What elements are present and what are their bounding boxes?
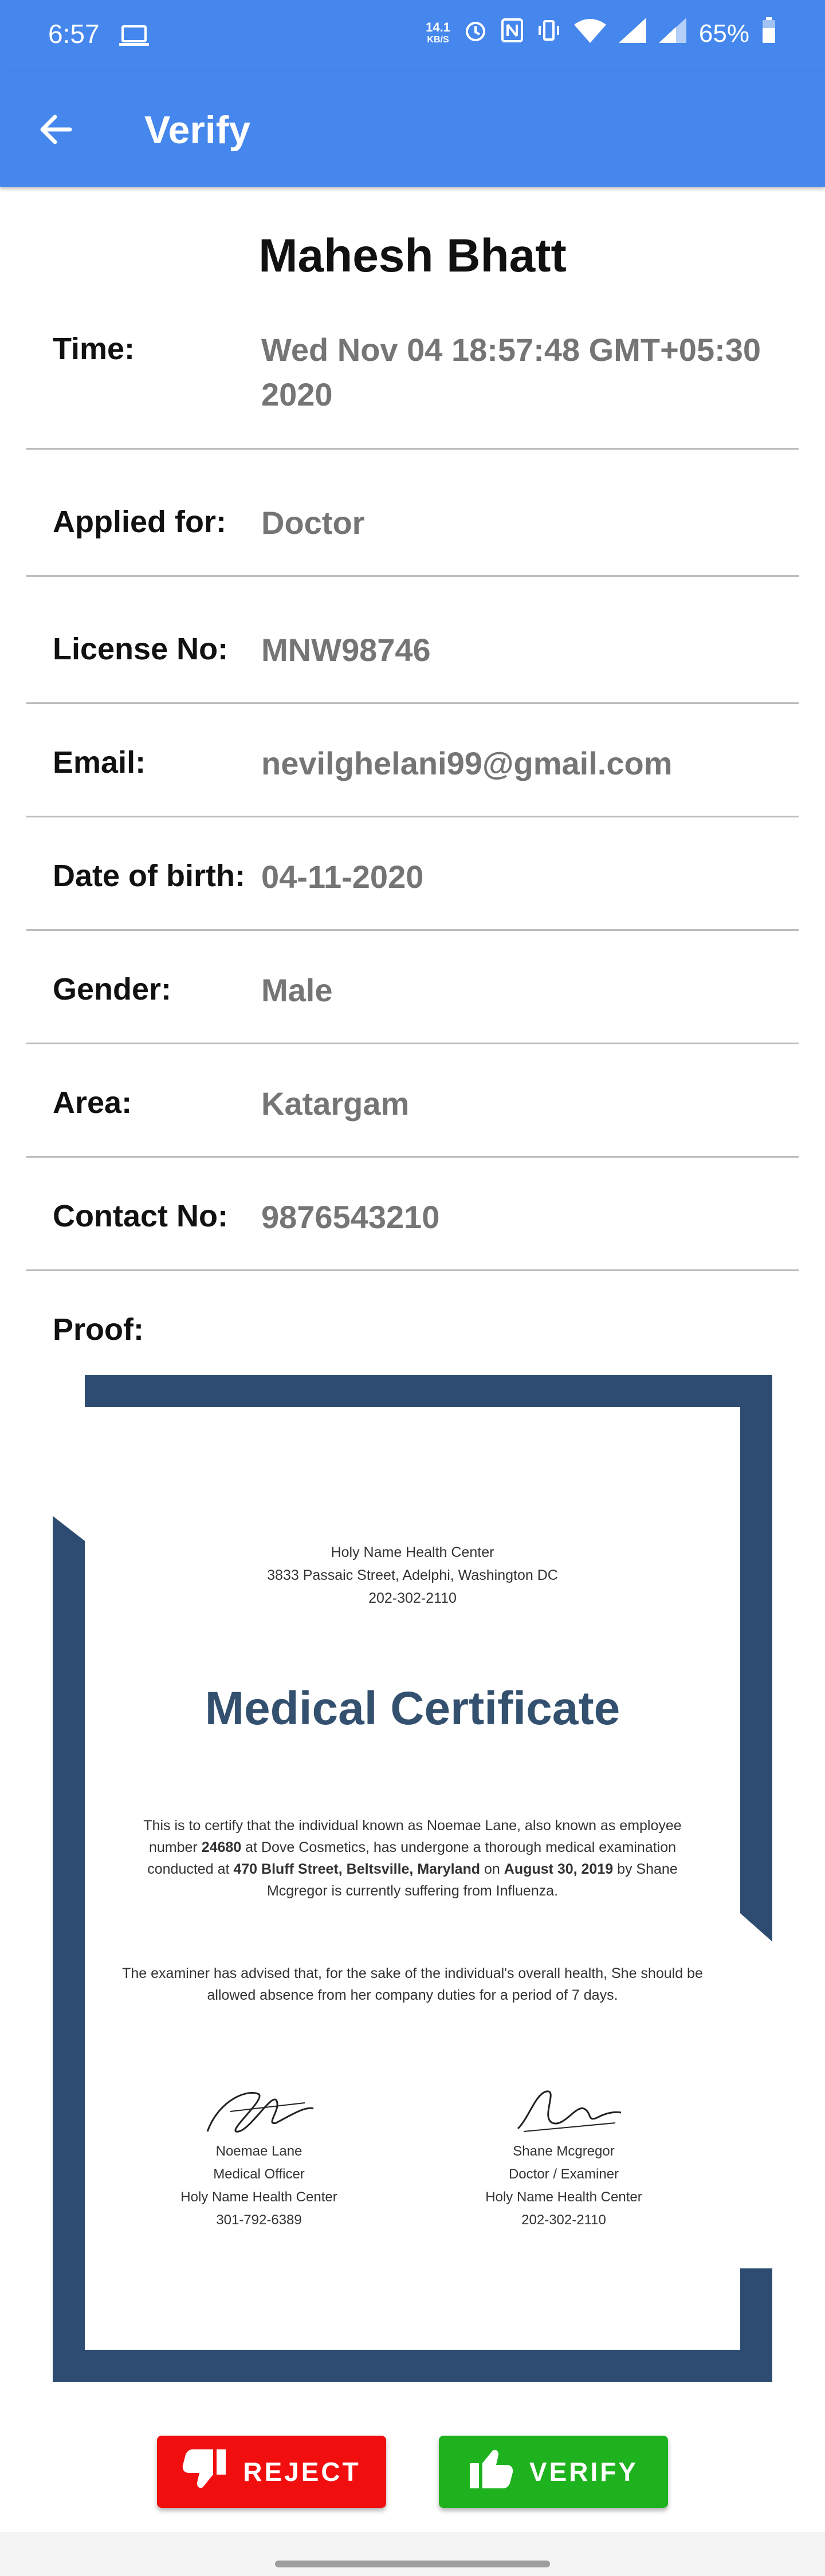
laptop-icon <box>119 24 149 50</box>
proof-label: Proof: <box>53 1312 144 1347</box>
signature-right-icon <box>517 2090 622 2132</box>
field-label: Date of birth: <box>53 859 245 893</box>
signatory-name: Noemae Lane <box>215 2144 302 2159</box>
frame-notch <box>740 1913 772 2268</box>
certificate-employee-number: 24680 <box>201 1839 242 1855</box>
field-value: Doctor <box>261 505 365 541</box>
certificate-org-name: Holy Name Health Center <box>331 1544 494 1560</box>
vibrate-icon <box>536 18 561 49</box>
divider <box>26 816 799 817</box>
certificate-org-address: 3833 Passaic Street, Adelphi, Washington… <box>267 1567 558 1583</box>
signatory-org: Holy Name Health Center <box>180 2189 337 2205</box>
battery-icon <box>762 17 776 50</box>
speed-value: 14.1 <box>426 19 450 34</box>
reject-label: REJECT <box>243 2457 361 2487</box>
certificate-title: Medical Certificate <box>205 1682 620 1735</box>
field-value: Male <box>261 972 333 1008</box>
verify-label: VERIFY <box>529 2457 639 2487</box>
field-label: Email: <box>53 745 146 780</box>
field-value: Katargam <box>261 1086 410 1122</box>
field-label: Area: <box>53 1086 132 1120</box>
proof-certificate-image: Holy Name Health Center 3833 Passaic Str… <box>53 1375 772 2382</box>
divider <box>26 1269 799 1271</box>
certificate-exam-location: 470 Bluff Street, Beltsville, Maryland <box>233 1861 481 1877</box>
page-title: Verify <box>144 108 251 152</box>
field-value: nevilghelani99@gmail.com <box>261 745 673 781</box>
home-gesture-handle[interactable] <box>275 2561 550 2567</box>
certificate-body: This is to certify that the individual k… <box>136 1815 689 1902</box>
signatory-role: Doctor / Examiner <box>508 2166 619 2182</box>
field-value: 9876543210 <box>261 1199 440 1235</box>
field-label: Gender: <box>53 972 172 1006</box>
divider <box>26 1156 799 1158</box>
wifi-icon <box>573 18 606 49</box>
field-value: MNW98746 <box>261 632 431 668</box>
field-label: Time: <box>53 332 135 366</box>
field-value: Wed Nov 04 18:57:48 GMT+05:30 2020 <box>261 332 761 412</box>
divider <box>26 448 799 450</box>
signal-icon <box>618 18 646 49</box>
signatory-name: Shane Mcgregor <box>513 2144 615 2159</box>
status-bar: 6:57 14.1 KB/S 65% <box>0 0 825 72</box>
divider <box>26 575 799 577</box>
signal-icon-2 <box>658 18 686 49</box>
certificate-advice: The examiner has advised that, for the s… <box>122 1965 703 2003</box>
divider <box>26 702 799 704</box>
frame-notch <box>53 1375 85 1541</box>
field-label: Applied for: <box>53 505 226 539</box>
status-time: 6:57 <box>48 19 100 49</box>
thumbs-down-icon <box>182 2448 227 2496</box>
alarm-icon <box>463 18 488 49</box>
signatory-org: Holy Name Health Center <box>485 2189 642 2205</box>
applicant-name: Mahesh Bhatt <box>258 230 567 282</box>
signature-left-icon <box>206 2092 314 2133</box>
certificate-body-text: on <box>480 1861 504 1877</box>
certificate-paper: Holy Name Health Center 3833 Passaic Str… <box>85 1407 740 2350</box>
certificate-org-header: Holy Name Health Center 3833 Passaic Str… <box>85 1541 740 1610</box>
verify-button[interactable]: VERIFY <box>439 2436 668 2508</box>
signatory-phone: 202-302-2110 <box>521 2212 606 2228</box>
back-arrow-icon[interactable] <box>36 109 77 150</box>
signatory-role: Medical Officer <box>213 2166 305 2182</box>
nfc-icon <box>501 18 524 49</box>
signatory-left: Noemae Lane Medical Officer Holy Name He… <box>133 2077 385 2232</box>
battery-percent: 65% <box>698 19 749 48</box>
system-nav-bar <box>0 2532 825 2576</box>
divider <box>26 929 799 931</box>
divider <box>26 1043 799 1044</box>
signatory-right: Shane Mcgregor Doctor / Examiner Holy Na… <box>438 2077 690 2232</box>
speed-unit: KB/S <box>427 34 449 45</box>
certificate-org-phone: 202-302-2110 <box>368 1590 457 1606</box>
app-bar: Verify <box>0 72 825 187</box>
field-label: Contact No: <box>53 1199 228 1233</box>
certificate-exam-date: August 30, 2019 <box>504 1861 614 1877</box>
signatory-phone: 301-792-6389 <box>216 2212 302 2228</box>
thumbs-up-icon <box>469 2448 513 2496</box>
field-label: License No: <box>53 632 229 666</box>
network-speed: 14.1 KB/S <box>426 21 450 46</box>
reject-button[interactable]: REJECT <box>157 2436 386 2508</box>
field-value: 04-11-2020 <box>261 859 424 895</box>
